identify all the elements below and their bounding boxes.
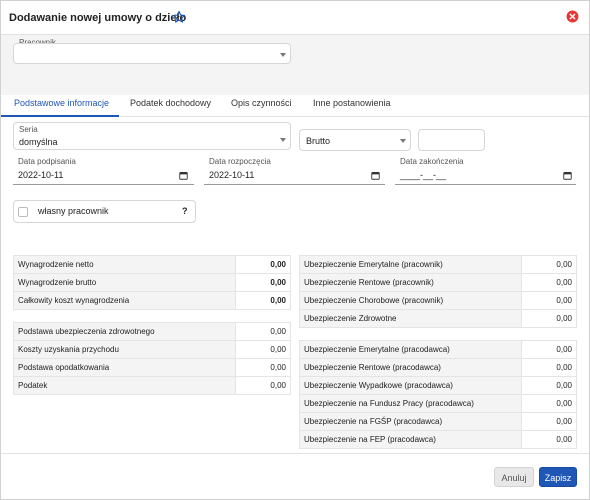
sign-date-underline	[13, 184, 194, 185]
tab-income-tax[interactable]: Podatek dochodowy	[130, 98, 211, 108]
row-value: 0,00	[521, 273, 577, 292]
employee-insurance-table: Ubezpieczenie Emerytalne (pracownik) 0,00…	[299, 255, 577, 328]
row-value: 0,00	[521, 376, 577, 395]
row-label: Całkowity koszt wynagrodzenia	[13, 291, 236, 310]
row-value: 0,00	[235, 340, 291, 359]
chevron-down-icon	[280, 138, 286, 142]
row-label: Ubezpieczenie Zdrowotne	[299, 309, 522, 328]
dialog-titlebar: Dodawanie nowej umowy o dzieło	[1, 1, 589, 35]
table-row: Podatek 0,00	[13, 376, 291, 395]
row-value: 0,00	[235, 322, 291, 341]
pay-summary-table: Wynagrodzenie netto 0,00 Wynagrodzenie br…	[13, 255, 291, 310]
table-row: Ubezpieczenie Wypadkowe (pracodawca) 0,00	[299, 376, 577, 395]
table-row: Całkowity koszt wynagrodzenia 0,00	[13, 291, 291, 310]
calendar-icon[interactable]	[179, 171, 188, 180]
start-date-label: Data rozpoczęcia	[209, 157, 271, 166]
tab-basic-info[interactable]: Podstawowe informacje	[14, 98, 109, 108]
table-row: Podstawa ubezpieczenia zdrowotnego 0,00	[13, 322, 291, 341]
table-row: Podstawa opodatkowania 0,00	[13, 358, 291, 377]
start-date-underline	[204, 184, 385, 185]
help-mark-icon[interactable]: ?	[182, 206, 188, 216]
row-value: 0,00	[521, 291, 577, 310]
row-value: 0,00	[521, 358, 577, 377]
calendar-icon[interactable]	[371, 171, 380, 180]
row-value: 0,00	[521, 394, 577, 413]
row-label: Ubezpieczenie na Fundusz Pracy (pracodaw…	[299, 394, 522, 413]
table-row: Ubezpieczenie Zdrowotne 0,00	[299, 309, 577, 328]
active-tab-indicator	[1, 115, 119, 117]
row-value: 0,00	[235, 291, 291, 310]
cancel-button[interactable]: Anuluj	[494, 467, 534, 487]
tab-activity-description[interactable]: Opis czynności	[231, 98, 292, 108]
series-value: domyślna	[19, 137, 58, 147]
tab-other-provisions[interactable]: Inne postanowienia	[313, 98, 391, 108]
table-row: Koszty uzyskania przychodu 0,00	[13, 340, 291, 359]
tax-base-table: Podstawa ubezpieczenia zdrowotnego 0,00 K…	[13, 322, 291, 395]
row-label: Podatek	[13, 376, 236, 395]
table-row: Ubezpieczenie na FEP (pracodawca) 0,00	[299, 430, 577, 449]
close-circle-icon[interactable]	[566, 10, 579, 23]
series-select[interactable]: Seria domyślna	[13, 122, 291, 150]
row-label: Podstawa opodatkowania	[13, 358, 236, 377]
row-label: Ubezpieczenie Wypadkowe (pracodawca)	[299, 376, 522, 395]
end-date-value[interactable]: ____-__-__	[400, 170, 446, 180]
table-row: Wynagrodzenie netto 0,00	[13, 255, 291, 274]
table-row: Ubezpieczenie Chorobowe (pracownik) 0,00	[299, 291, 577, 310]
star-outline-icon[interactable]	[172, 10, 186, 24]
row-label: Koszty uzyskania przychodu	[13, 340, 236, 359]
row-label: Ubezpieczenie Emerytalne (pracownik)	[299, 255, 522, 274]
contract-dialog: Dodawanie nowej umowy o dzieło Pracownik…	[0, 0, 590, 500]
table-row: Ubezpieczenie na FGŚP (pracodawca) 0,00	[299, 412, 577, 431]
calendar-icon[interactable]	[563, 171, 572, 180]
gross-net-select[interactable]: Brutto	[299, 129, 411, 151]
table-row: Ubezpieczenie Emerytalne (pracownik) 0,00	[299, 255, 577, 274]
save-button[interactable]: Zapisz	[539, 467, 577, 487]
sign-date-label: Data podpisania	[18, 157, 76, 166]
end-date-label: Data zakończenia	[400, 157, 464, 166]
table-row: Ubezpieczenie Emerytalne (pracodawca) 0,0…	[299, 340, 577, 359]
row-label: Podstawa ubezpieczenia zdrowotnego	[13, 322, 236, 341]
chevron-down-icon	[400, 139, 406, 143]
start-date-value[interactable]: 2022-10-11	[209, 170, 254, 180]
row-label: Wynagrodzenie brutto	[13, 273, 236, 292]
sign-date-value[interactable]: 2022-10-11	[18, 170, 63, 180]
row-label: Ubezpieczenie Chorobowe (pracownik)	[299, 291, 522, 310]
row-value: 0,00	[521, 309, 577, 328]
row-value: 0,00	[235, 255, 291, 274]
row-label: Ubezpieczenie Emerytalne (pracodawca)	[299, 340, 522, 359]
row-label: Ubezpieczenie Rentowe (pracodawca)	[299, 358, 522, 377]
dialog-title: Dodawanie nowej umowy o dzieło	[9, 12, 187, 24]
row-value: 0,00	[235, 358, 291, 377]
row-label: Ubezpieczenie na FEP (pracodawca)	[299, 430, 522, 449]
row-value: 0,00	[521, 430, 577, 449]
row-value: 0,00	[521, 255, 577, 274]
own-employee-checkbox[interactable]	[18, 207, 28, 217]
table-row: Ubezpieczenie Rentowe (pracodawca) 0,00	[299, 358, 577, 377]
row-value: 0,00	[235, 376, 291, 395]
gross-net-value: Brutto	[306, 136, 331, 146]
employee-select[interactable]	[13, 43, 291, 64]
tab-bar: Podstawowe informacje Podatek dochodowy …	[1, 95, 589, 117]
employer-insurance-table: Ubezpieczenie Emerytalne (pracodawca) 0,0…	[299, 340, 577, 449]
table-row: Ubezpieczenie na Fundusz Pracy (pracodaw…	[299, 394, 577, 413]
table-row: Ubezpieczenie Rentowe (pracownik) 0,00	[299, 273, 577, 292]
row-label: Ubezpieczenie na FGŚP (pracodawca)	[299, 412, 522, 431]
row-value: 0,00	[521, 340, 577, 359]
amount-input[interactable]	[418, 129, 485, 151]
series-label: Seria	[19, 125, 38, 134]
employee-section: Pracownik	[1, 35, 589, 95]
own-employee-label: własny pracownik	[38, 206, 109, 216]
chevron-down-icon	[280, 53, 286, 57]
row-label: Wynagrodzenie netto	[13, 255, 236, 274]
row-label: Ubezpieczenie Rentowe (pracownik)	[299, 273, 522, 292]
row-value: 0,00	[235, 273, 291, 292]
end-date-underline	[395, 184, 576, 185]
table-row: Wynagrodzenie brutto 0,00	[13, 273, 291, 292]
row-value: 0,00	[521, 412, 577, 431]
